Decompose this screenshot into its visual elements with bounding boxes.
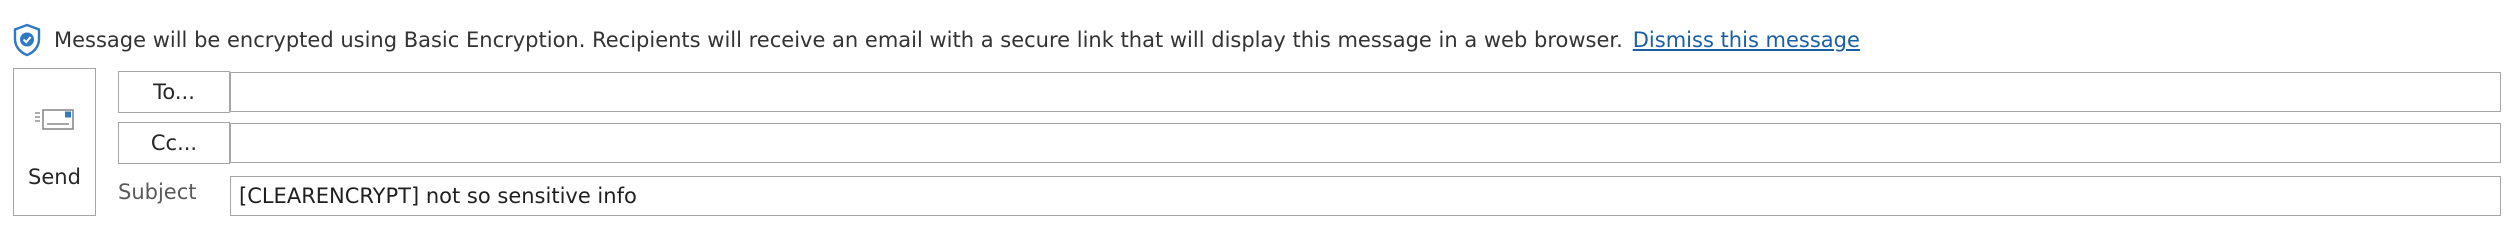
to-button[interactable]: To...	[118, 71, 230, 113]
send-button[interactable]: Send	[13, 68, 96, 216]
to-field[interactable]	[230, 72, 2501, 112]
send-label: Send	[28, 165, 81, 189]
cc-field[interactable]	[230, 123, 2501, 163]
encryption-message: Message will be encrypted using Basic En…	[54, 28, 1623, 52]
subject-label: Subject	[118, 180, 197, 204]
shield-check-icon	[13, 23, 41, 57]
dismiss-message-link[interactable]: Dismiss this message	[1633, 28, 1860, 52]
encryption-infobar: Message will be encrypted using Basic En…	[10, 20, 1860, 60]
subject-field[interactable]: [CLEARENCRYPT] not so sensitive info	[230, 176, 2501, 216]
cc-button[interactable]: Cc...	[118, 122, 230, 164]
send-envelope-icon	[35, 109, 74, 130]
